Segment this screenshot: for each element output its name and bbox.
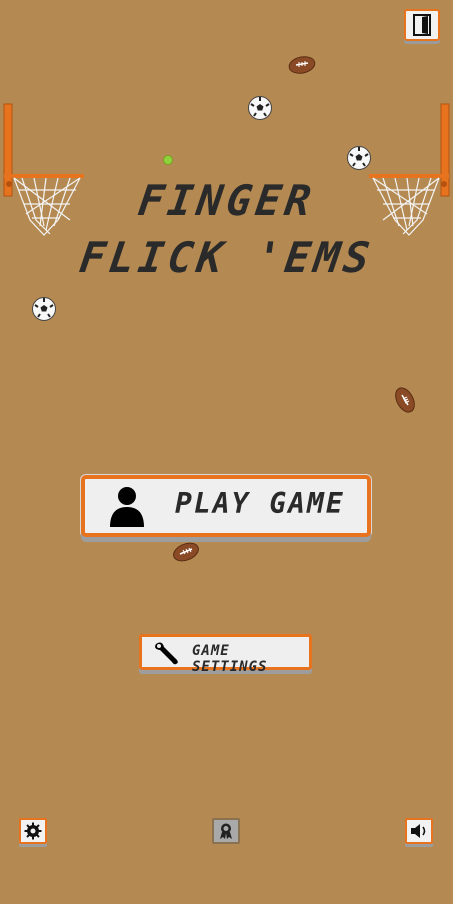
award-ribbon-icon	[220, 823, 232, 839]
door-exit-icon	[413, 14, 431, 36]
soccer-ball	[248, 96, 272, 120]
play-game-button[interactable]: PLAY GAME	[81, 475, 371, 537]
settings-gear-button[interactable]	[19, 818, 47, 844]
achievements-button[interactable]	[212, 818, 240, 844]
wrench-icon	[155, 642, 178, 665]
game-title-line1: FINGER	[135, 176, 318, 225]
exit-button[interactable]	[404, 9, 440, 41]
soccer-ball	[347, 146, 371, 170]
play-game-label: PLAY GAME	[175, 487, 345, 520]
soccer-ball	[32, 297, 56, 321]
football-ball	[173, 542, 199, 562]
football-ball	[395, 387, 415, 413]
tennis-ball	[163, 155, 173, 165]
sound-toggle-button[interactable]	[405, 818, 433, 844]
gear-icon	[24, 822, 42, 840]
game-settings-button[interactable]: GAME SETTINGS	[139, 634, 312, 675]
person-silhouette-icon	[110, 487, 144, 527]
football-ball	[288, 56, 316, 74]
speaker-icon	[411, 824, 426, 838]
game-settings-label: GAME SETTINGS	[192, 643, 268, 675]
game-title-line2: FLICK 'EMS	[76, 233, 377, 282]
